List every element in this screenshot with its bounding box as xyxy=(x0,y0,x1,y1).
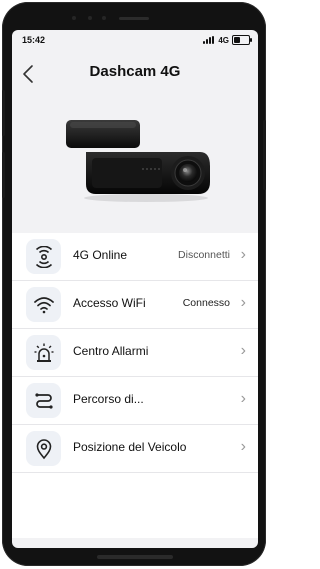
nav-bar: Dashcam 4G xyxy=(12,50,258,96)
volume-up-button xyxy=(2,90,5,136)
menu-item-status: Connesso xyxy=(182,297,230,309)
phone-top-bezel xyxy=(46,8,222,28)
settings-list: 4G Online Disconnetti › Accesso WiFi Con… xyxy=(12,233,258,538)
status-indicators: 4G xyxy=(203,35,252,45)
wifi-icon xyxy=(26,287,61,322)
cell-signal-icon xyxy=(203,36,215,44)
status-bar: 15:42 4G xyxy=(12,30,258,50)
camera-dot xyxy=(102,16,106,20)
dashcam-image xyxy=(66,116,212,206)
earpiece-speaker xyxy=(119,17,149,20)
sensor-dot xyxy=(72,16,76,20)
menu-item-route[interactable]: Percorso di... › xyxy=(12,377,258,425)
menu-item-label: Accesso WiFi xyxy=(73,296,146,310)
menu-item-vehicle-position[interactable]: Posizione del Veicolo › xyxy=(12,425,258,473)
home-indicator xyxy=(97,555,173,559)
location-pin-icon xyxy=(26,431,61,466)
network-type: 4G xyxy=(218,35,229,45)
battery-icon xyxy=(232,35,252,45)
chevron-right-icon: › xyxy=(240,246,246,263)
sensor-dot xyxy=(88,16,92,20)
menu-item-status: Disconnetti xyxy=(178,249,230,261)
alarm-light-icon xyxy=(26,335,61,370)
chevron-right-icon: › xyxy=(240,294,246,311)
4g-signal-icon xyxy=(26,239,61,274)
chevron-right-icon: › xyxy=(240,342,246,359)
route-icon xyxy=(26,383,61,418)
power-button xyxy=(263,120,266,190)
menu-item-label: 4G Online xyxy=(73,248,128,262)
menu-item-wifi-access[interactable]: Accesso WiFi Connesso › xyxy=(12,281,258,329)
menu-item-alarm-center[interactable]: Centro Allarmi › xyxy=(12,329,258,377)
chevron-right-icon: › xyxy=(240,390,246,407)
menu-item-label: Percorso di... xyxy=(73,392,144,406)
phone-frame: 15:42 4G Dashcam 4G 4G Online Disconnett… xyxy=(2,2,266,566)
chevron-right-icon: › xyxy=(240,438,246,455)
menu-item-label: Centro Allarmi xyxy=(73,344,149,358)
status-time: 15:42 xyxy=(22,35,46,45)
app-screen: 15:42 4G Dashcam 4G 4G Online Disconnett… xyxy=(12,30,258,548)
menu-item-4g-online[interactable]: 4G Online Disconnetti › xyxy=(12,233,258,281)
menu-item-label: Posizione del Veicolo xyxy=(73,440,187,454)
volume-down-button xyxy=(2,152,5,198)
page-title: Dashcam 4G xyxy=(89,63,181,80)
